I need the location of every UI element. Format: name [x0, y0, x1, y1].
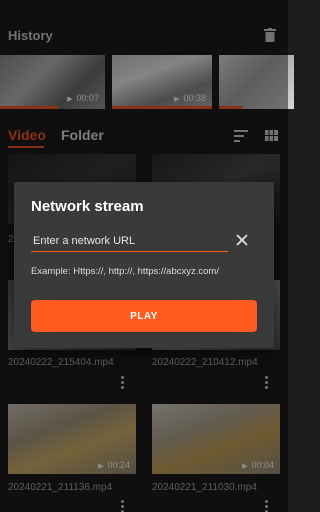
play-button[interactable]: PLAY [31, 300, 257, 332]
dialog-title: Network stream [31, 198, 144, 215]
network-url-input[interactable] [31, 230, 228, 252]
url-example-text: Example: Https://, http://, https://abcx… [31, 266, 219, 277]
network-stream-dialog: Network stream Example: Https://, http:/… [14, 182, 274, 348]
close-icon[interactable] [236, 234, 248, 246]
